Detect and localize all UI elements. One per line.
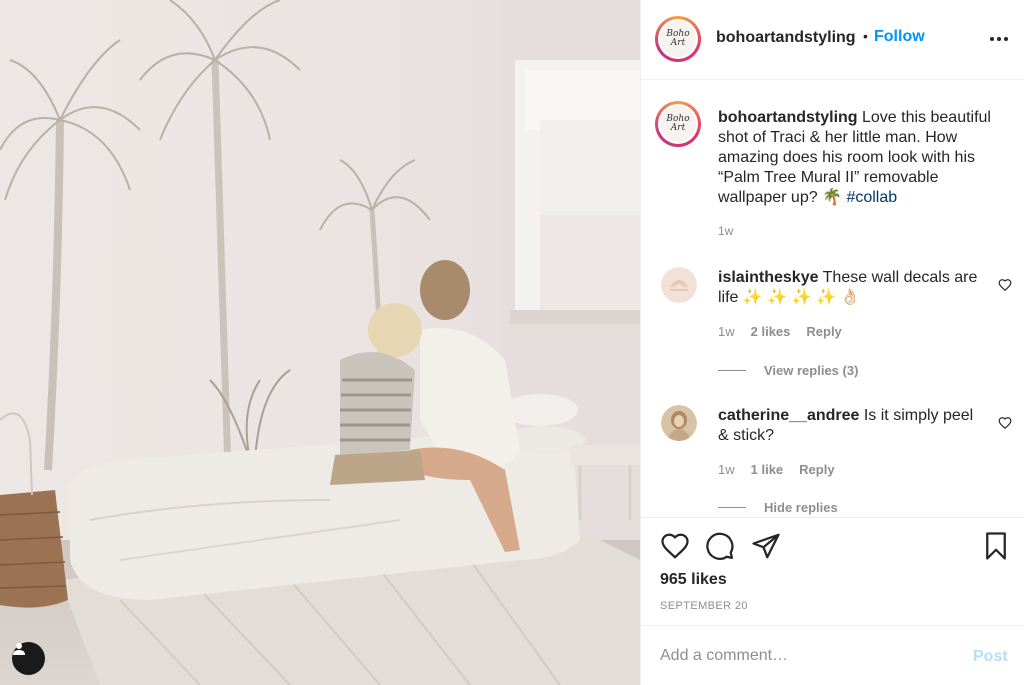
comments-list[interactable]: Boho Art bohoartandstyling Love this beau… <box>641 81 1024 517</box>
comment-username[interactable]: catherine__andree <box>718 407 859 424</box>
comment-text: catherine__andree Is it simply peel & st… <box>718 406 988 446</box>
catherine-avatar <box>661 405 697 441</box>
comment-username[interactable]: islaintheskye <box>718 269 819 286</box>
comment-icon[interactable] <box>705 531 735 561</box>
comment-meta: 1w 2 likes Reply <box>718 324 842 339</box>
comment-avatar[interactable] <box>661 405 697 441</box>
view-replies-button[interactable]: View replies (3) <box>718 363 858 378</box>
comment-likes[interactable]: 1 like <box>751 462 784 477</box>
boho-logo: Boho Art <box>660 21 696 57</box>
post-details-panel: Boho Art bohoartandstyling • Follow Boho A… <box>640 0 1024 685</box>
user-tags-button[interactable] <box>12 642 45 675</box>
caption-username[interactable]: bohoartandstyling <box>718 109 858 126</box>
boho-logo: Boho Art <box>660 106 696 142</box>
post-caption: bohoartandstyling Love this beautiful sh… <box>718 108 1008 208</box>
comment-like-icon[interactable] <box>998 278 1012 292</box>
post-date: SEPTEMBER 20 <box>660 600 748 612</box>
post-header: Boho Art bohoartandstyling • Follow <box>641 0 1024 80</box>
follow-button[interactable]: Follow <box>874 28 925 46</box>
like-count[interactable]: 965 likes <box>660 571 727 589</box>
view-replies-label: View replies (3) <box>764 363 859 378</box>
comment-likes[interactable]: 2 likes <box>751 324 791 339</box>
reply-button[interactable]: Reply <box>799 462 834 477</box>
comment-input[interactable] <box>660 640 960 672</box>
caption-author-avatar[interactable]: Boho Art <box>655 101 701 147</box>
comment-timestamp[interactable]: 1w <box>718 462 735 477</box>
author-avatar[interactable]: Boho Art <box>655 16 701 62</box>
author-username[interactable]: bohoartandstyling <box>716 29 856 47</box>
post-comment-button[interactable]: Post <box>973 648 1008 666</box>
reply-button[interactable]: Reply <box>806 324 841 339</box>
share-icon[interactable] <box>751 531 781 561</box>
post-photo[interactable] <box>0 0 640 685</box>
hide-replies-button[interactable]: Hide replies <box>718 500 838 515</box>
hashtag-link[interactable]: #collab <box>846 189 897 206</box>
islaintheskye-avatar <box>661 267 697 303</box>
comment-like-icon[interactable] <box>998 416 1012 430</box>
comment-avatar[interactable] <box>661 267 697 303</box>
post-photo-illustration <box>0 0 640 685</box>
post-actions: 965 likes SEPTEMBER 20 <box>641 517 1024 625</box>
hide-replies-label: Hide replies <box>764 500 838 515</box>
comment-meta: 1w 1 like Reply <box>718 462 835 477</box>
bookmark-icon[interactable] <box>981 531 1011 561</box>
heart-icon[interactable] <box>660 531 690 561</box>
comment-text: islaintheskye These wall decals are life… <box>718 268 988 308</box>
separator-dot: • <box>863 28 868 44</box>
comment-timestamp[interactable]: 1w <box>718 324 735 339</box>
user-tag-icon <box>13 643 25 655</box>
more-options-icon[interactable] <box>987 27 1011 51</box>
add-comment-bar: Post <box>641 625 1024 685</box>
caption-timestamp[interactable]: 1w <box>718 224 733 238</box>
